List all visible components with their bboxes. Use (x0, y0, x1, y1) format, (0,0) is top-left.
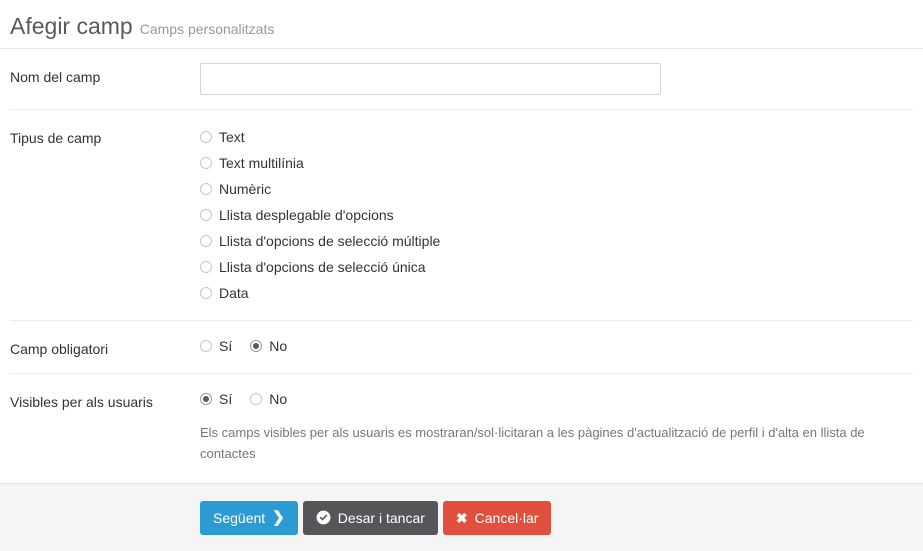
form-row-required: Camp obligatori Sí No (10, 321, 913, 375)
radio-icon[interactable] (200, 209, 212, 222)
field-name-control (200, 63, 913, 96)
radio-icon[interactable] (250, 340, 263, 353)
field-name-label: Nom del camp (10, 69, 101, 86)
required-option-no[interactable]: No (250, 338, 287, 354)
radio-icon[interactable] (250, 393, 263, 406)
radio-icon[interactable] (200, 157, 212, 170)
custom-field-form: Nom del camp Tipus de camp Text Text mul… (0, 49, 923, 478)
field-type-option-label: Text (219, 129, 245, 146)
save-and-close-button[interactable]: Desar i tancar (302, 500, 438, 535)
field-type-option-label: Text multilínia (219, 155, 304, 172)
cancel-button-label: Cancel·lar (474, 509, 539, 526)
radio-icon[interactable] (200, 340, 212, 353)
next-button-label: Següent (213, 509, 266, 526)
radio-icon[interactable] (200, 261, 212, 274)
save-and-close-button-label: Desar i tancar (337, 509, 425, 526)
page-header: Afegir camp Camps personalitzats (0, 0, 923, 50)
visible-label: Visibles per als usuaris (10, 394, 153, 411)
field-type-option-textarea[interactable]: Text multilínia (200, 150, 913, 176)
form-row-field-type: Tipus de camp Text Text multilínia Numèr… (10, 110, 913, 322)
visible-radio-group: Sí No Els camps visibles per als usuaris… (200, 388, 913, 464)
field-type-option-text[interactable]: Text (200, 124, 913, 150)
field-type-option-label: Data (219, 285, 249, 302)
field-type-option-label: Llista d'opcions de selecció única (219, 259, 426, 276)
required-radio-group: Sí No (200, 335, 913, 357)
radio-icon[interactable] (200, 183, 212, 196)
field-type-option-label: Numèric (219, 181, 272, 198)
radio-icon[interactable] (200, 235, 212, 248)
page-subtitle: Camps personalitzats (139, 21, 275, 37)
field-type-option-dropdown[interactable]: Llista desplegable d'opcions (200, 202, 913, 228)
radio-icon[interactable] (200, 287, 212, 300)
field-type-option-date[interactable]: Data (200, 280, 913, 306)
field-name-input[interactable] (200, 63, 661, 96)
next-button[interactable]: Següent ❯ (200, 500, 298, 535)
field-type-option-label: Llista desplegable d'opcions (219, 207, 394, 224)
visible-option-label: No (269, 391, 288, 408)
times-icon: ✖ (455, 509, 468, 526)
page-title: Afegir camp (10, 13, 133, 39)
form-footer: Següent ❯ Desar i tancar ✖ Cancel·lar (0, 483, 923, 551)
field-type-option-numeric[interactable]: Numèric (200, 176, 913, 202)
field-type-radio-group: Text Text multilínia Numèric Llista desp… (200, 124, 913, 306)
field-type-option-single-select[interactable]: Llista d'opcions de selecció única (200, 254, 913, 280)
visible-help-text: Els camps visibles per als usuaris es mo… (200, 425, 865, 462)
required-option-yes[interactable]: Sí (200, 338, 232, 354)
form-row-visible: Visibles per als usuaris Sí No Els camps… (10, 374, 913, 478)
required-option-label: No (269, 338, 288, 355)
field-type-option-multi-select[interactable]: Llista d'opcions de selecció múltiple (200, 228, 913, 254)
check-circle-icon (316, 510, 331, 525)
form-row-field-name: Nom del camp (10, 49, 913, 111)
required-label: Camp obligatori (10, 341, 109, 358)
radio-icon[interactable] (200, 393, 212, 406)
visible-option-label: Sí (219, 391, 233, 408)
required-option-label: Sí (219, 338, 233, 355)
field-type-option-label: Llista d'opcions de selecció múltiple (219, 233, 441, 250)
field-type-label: Tipus de camp (10, 130, 102, 147)
chevron-right-icon: ❯ (272, 509, 285, 526)
radio-icon[interactable] (200, 131, 212, 144)
visible-option-yes[interactable]: Sí (200, 391, 232, 407)
visible-option-no[interactable]: No (250, 391, 287, 407)
cancel-button[interactable]: ✖ Cancel·lar (442, 500, 552, 535)
